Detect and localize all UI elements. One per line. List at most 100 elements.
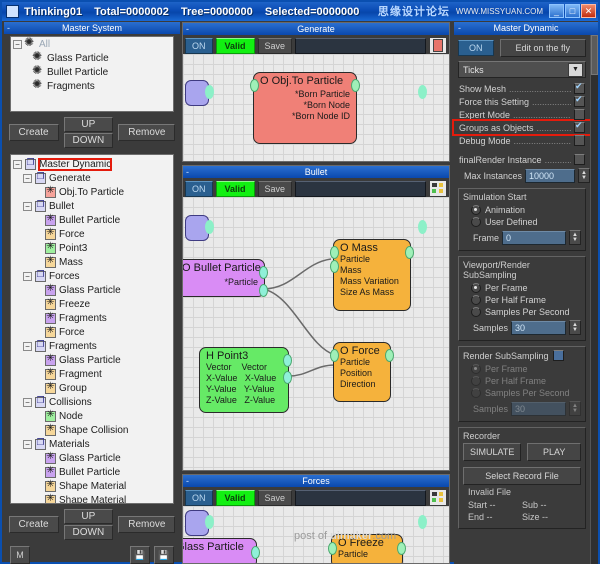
tree-item-row[interactable]: Point3 <box>11 241 173 255</box>
checkbox-row-groups-as-objects[interactable]: Groups as Objects.......................… <box>452 119 592 136</box>
down-button[interactable]: DOWN <box>63 525 114 540</box>
checkbox-icon[interactable] <box>574 109 585 120</box>
node-output-pin[interactable] <box>405 246 414 259</box>
list-item[interactable]: Fragments <box>11 77 173 93</box>
bullet-on-button[interactable]: ON <box>185 180 213 197</box>
node-output-pin[interactable] <box>283 354 292 367</box>
radio-icon[interactable] <box>471 307 481 317</box>
forces-on-button[interactable]: ON <box>185 489 213 506</box>
node-vector-pin[interactable] <box>283 371 292 384</box>
node-point3[interactable]: H Point3 Vector Vector X-Value X-Value Y… <box>199 347 292 413</box>
radio-icon[interactable] <box>471 217 481 227</box>
node-output-pin[interactable] <box>397 542 406 555</box>
minimize-button[interactable]: _ <box>549 4 564 18</box>
forces-name-input[interactable] <box>295 489 426 506</box>
radio-rs-per-frame[interactable]: Per Frame <box>463 363 581 375</box>
master-dynamic-minimize[interactable]: - <box>458 22 461 35</box>
radio-vp-per-frame[interactable]: Per Frame <box>463 282 581 294</box>
expander-icon[interactable]: − <box>23 341 32 351</box>
node-input-pin[interactable] <box>250 79 259 92</box>
bullet-navigator-icon[interactable] <box>429 180 447 197</box>
node-freeze[interactable]: O Freeze Particle <box>328 534 406 563</box>
tree-group-row[interactable]: − Generate <box>11 171 173 185</box>
vp-samples-input[interactable]: 30 <box>511 320 566 335</box>
frame-input[interactable]: 0 <box>502 230 566 245</box>
node-input-pin[interactable] <box>330 246 339 259</box>
tree-item-row[interactable]: Shape Material <box>11 493 173 503</box>
edit-on-the-fly-button[interactable]: Edit on the fly <box>499 39 586 57</box>
expander-icon[interactable]: − <box>23 271 32 281</box>
select-record-file-button[interactable]: Select Record File <box>463 467 581 485</box>
node-bullet-particle[interactable]: O Bullet Particle *Particle <box>183 259 268 297</box>
generate-navigator-icon[interactable] <box>429 37 447 54</box>
generate-on-button[interactable]: ON <box>185 37 213 54</box>
checkbox-row-expert-mode[interactable]: Expert Mode.............................… <box>454 108 590 121</box>
node-force[interactable]: O Force Particle Position Direction <box>330 342 394 402</box>
radio-icon[interactable] <box>471 376 481 386</box>
tree-item-row[interactable]: Node <box>11 409 173 423</box>
render-subsampling-checkbox[interactable] <box>552 350 564 361</box>
checkbox-icon[interactable] <box>574 94 585 107</box>
max-instances-stepper[interactable]: ▲ ▼ <box>578 168 590 183</box>
simulate-button[interactable]: SIMULATE <box>463 443 522 461</box>
radio-icon[interactable] <box>471 364 481 374</box>
tree-item-row[interactable]: Glass Particle <box>11 451 173 465</box>
bullet-canvas[interactable]: O Bullet Particle *Particle O Mass Parti… <box>183 197 449 470</box>
all-list[interactable]: − All Glass Particle Bullet Particle Fra… <box>10 36 174 112</box>
generate-canvas[interactable]: O Obj.To Particle *Born Particle *Born N… <box>183 54 449 161</box>
down-button-top[interactable]: DOWN <box>63 133 114 148</box>
tree-group-row[interactable]: − Collisions <box>11 395 173 409</box>
forces-save-button[interactable]: Save <box>257 489 293 506</box>
tree-group-row[interactable]: − Forces <box>11 269 173 283</box>
node-output-pin[interactable] <box>251 546 260 559</box>
tree-item-row[interactable]: Fragments <box>11 311 173 325</box>
node-obj-to-particle[interactable]: O Obj.To Particle *Born Particle *Born N… <box>250 72 360 144</box>
tree-item-row[interactable]: Force <box>11 325 173 339</box>
checkbox-row-force-this-setting[interactable]: Force this Setting......................… <box>454 94 590 108</box>
bullet-minimize[interactable]: - <box>186 166 189 178</box>
m-button[interactable]: M <box>10 546 30 564</box>
rs-samples-stepper[interactable]: ▲ ▼ <box>569 401 581 416</box>
up-button-top[interactable]: UP <box>63 117 114 132</box>
radio-vp-samples-per-second[interactable]: Samples Per Second <box>463 306 581 318</box>
master-dynamic-on-button[interactable]: ON <box>458 40 494 56</box>
tree-item-row[interactable]: Force <box>11 227 173 241</box>
expander-icon[interactable]: − <box>23 397 32 407</box>
tree-item-row[interactable]: Freeze <box>11 297 173 311</box>
generate-valid-badge[interactable]: Valid <box>215 37 255 54</box>
checkbox-icon[interactable] <box>574 81 585 94</box>
node-mass[interactable]: O Mass Particle Mass Mass Variation Size… <box>330 239 414 311</box>
tree-item-row[interactable]: Bullet Particle <box>11 213 173 227</box>
vp-samples-stepper[interactable]: ▲ ▼ <box>569 320 581 335</box>
save-preset-icon[interactable]: 💾 <box>130 546 150 564</box>
node-glass-particle[interactable]: Glass Particle <box>183 538 260 563</box>
max-instances-input[interactable]: 10000 <box>525 168 575 183</box>
tree-item-row[interactable]: Shape Collision <box>11 423 173 437</box>
tree-group-row[interactable]: − Bullet <box>11 199 173 213</box>
node-particle-pin[interactable] <box>259 284 268 297</box>
generate-name-input[interactable] <box>295 37 426 54</box>
generate-save-button[interactable]: Save <box>257 37 293 54</box>
node-output-pin[interactable] <box>385 349 394 362</box>
checkbox-row-finalrender-instance[interactable]: finalRender Instance....................… <box>454 153 590 166</box>
expander-icon[interactable]: − <box>13 39 22 49</box>
node-output-pin[interactable] <box>351 79 360 92</box>
radio-animation[interactable]: Animation <box>463 204 581 216</box>
radio-rs-per-half-frame[interactable]: Per Half Frame <box>463 375 581 387</box>
forces-canvas[interactable]: Glass Particle O Freeze Particle <box>183 506 449 563</box>
forces-minimize[interactable]: - <box>186 475 189 487</box>
rs-samples-input[interactable]: 30 <box>511 401 566 416</box>
tree-item-row[interactable]: Glass Particle <box>11 353 173 367</box>
master-system-minimize[interactable]: - <box>7 22 10 34</box>
expander-icon[interactable]: − <box>23 201 32 211</box>
checkbox-icon[interactable] <box>574 154 585 165</box>
up-button[interactable]: UP <box>63 509 114 524</box>
checkbox-icon[interactable] <box>574 135 585 146</box>
maximize-button[interactable]: □ <box>565 4 580 18</box>
forces-valid-badge[interactable]: Valid <box>215 489 255 506</box>
bullet-valid-badge[interactable]: Valid <box>215 180 255 197</box>
node-particle-pin[interactable] <box>330 260 339 273</box>
radio-vp-per-half-frame[interactable]: Per Half Frame <box>463 294 581 306</box>
bullet-save-button[interactable]: Save <box>257 180 293 197</box>
expander-icon[interactable]: − <box>23 173 32 183</box>
